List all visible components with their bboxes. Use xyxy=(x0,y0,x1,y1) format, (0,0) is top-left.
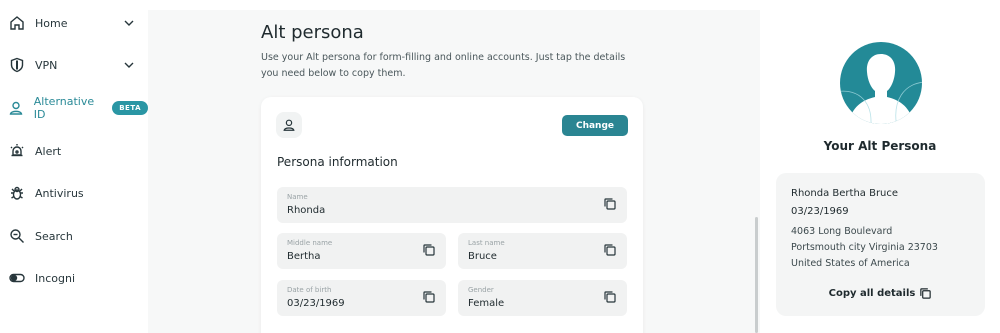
middle-name-field[interactable]: Middle name Bertha xyxy=(277,233,446,269)
last-name-field[interactable]: Last name Bruce xyxy=(458,233,627,269)
persona-address-line: 4063 Long Boulevard xyxy=(791,226,893,237)
beta-badge: BETA xyxy=(112,101,148,115)
search-icon xyxy=(8,227,26,245)
sidebar-item-alert[interactable]: Alert xyxy=(0,136,148,166)
copy-icon xyxy=(920,288,932,299)
sidebar-item-vpn[interactable]: VPN xyxy=(0,50,148,80)
sidebar-item-incogni[interactable]: Incogni xyxy=(0,263,148,293)
field-value: Rhonda xyxy=(287,205,326,216)
field-value: Female xyxy=(468,298,505,309)
copy-all-label: Copy all details xyxy=(828,288,916,299)
gender-field[interactable]: Gender Female xyxy=(458,280,627,316)
main-panel: Alt persona Use your Alt persona for for… xyxy=(148,10,760,333)
user-icon xyxy=(276,112,302,138)
name-field[interactable]: Name Rhonda xyxy=(277,187,627,223)
persona-full-name: Rhonda Bertha Bruce xyxy=(791,188,899,199)
chevron-down-icon[interactable] xyxy=(122,58,136,72)
home-icon xyxy=(8,14,26,32)
field-label: Date of birth xyxy=(287,286,332,294)
section-title: Persona information xyxy=(277,155,398,169)
scrollbar[interactable] xyxy=(755,217,758,333)
copy-icon[interactable] xyxy=(603,290,617,304)
field-label: Gender xyxy=(468,286,494,294)
alert-icon xyxy=(8,142,26,160)
copy-icon[interactable] xyxy=(603,197,617,211)
bug-icon xyxy=(8,184,26,202)
copy-icon[interactable] xyxy=(422,290,436,304)
persona-details-card: Rhonda Bertha Bruce 03/23/1969 4063 Long… xyxy=(776,173,985,316)
field-label: Last name xyxy=(468,239,505,247)
persona-dob: 03/23/1969 xyxy=(791,206,849,217)
copy-all-details-button[interactable]: Copy all details xyxy=(776,287,985,300)
field-value: Bruce xyxy=(468,251,497,262)
persona-heading: Your Alt Persona xyxy=(823,139,937,153)
copy-icon[interactable] xyxy=(422,243,436,257)
sidebar-item-label: Antivirus xyxy=(35,186,84,200)
sidebar-item-label: Home xyxy=(35,16,68,30)
persona-avatar xyxy=(840,42,922,124)
change-button[interactable]: Change xyxy=(562,115,628,136)
copy-icon[interactable] xyxy=(603,243,617,257)
user-icon xyxy=(8,99,25,117)
dob-field[interactable]: Date of birth 03/23/1969 xyxy=(277,280,446,316)
sidebar-item-label: Incogni xyxy=(35,271,76,285)
persona-address-line: United States of America xyxy=(791,258,910,269)
persona-card: Change Persona information Name Rhonda M… xyxy=(261,97,643,333)
sidebar: Home VPN Alternative ID BETA Alert Antiv… xyxy=(0,0,148,333)
page-description: Use your Alt persona for form-filling an… xyxy=(261,52,626,79)
sidebar-item-label: Alternative ID xyxy=(33,95,95,121)
alt-persona-panel: Your Alt Persona Rhonda Bertha Bruce 03/… xyxy=(760,0,1000,333)
page-title: Alt persona xyxy=(261,22,364,43)
sidebar-item-label: Alert xyxy=(35,144,62,158)
persona-address-line: Portsmouth city Virginia 23703 xyxy=(791,242,938,253)
field-value: 03/23/1969 xyxy=(287,298,345,309)
sidebar-item-search[interactable]: Search xyxy=(0,221,148,251)
shield-icon xyxy=(8,56,26,74)
sidebar-item-alternative-id[interactable]: Alternative ID BETA xyxy=(0,93,148,123)
chevron-down-icon[interactable] xyxy=(122,16,136,30)
field-label: Middle name xyxy=(287,239,333,247)
toggle-icon xyxy=(8,269,26,287)
sidebar-item-label: VPN xyxy=(35,58,58,72)
field-label: Name xyxy=(287,193,308,201)
sidebar-item-label: Search xyxy=(35,229,73,243)
sidebar-item-home[interactable]: Home xyxy=(0,8,148,38)
field-value: Bertha xyxy=(287,251,321,262)
sidebar-item-antivirus[interactable]: Antivirus xyxy=(0,178,148,208)
